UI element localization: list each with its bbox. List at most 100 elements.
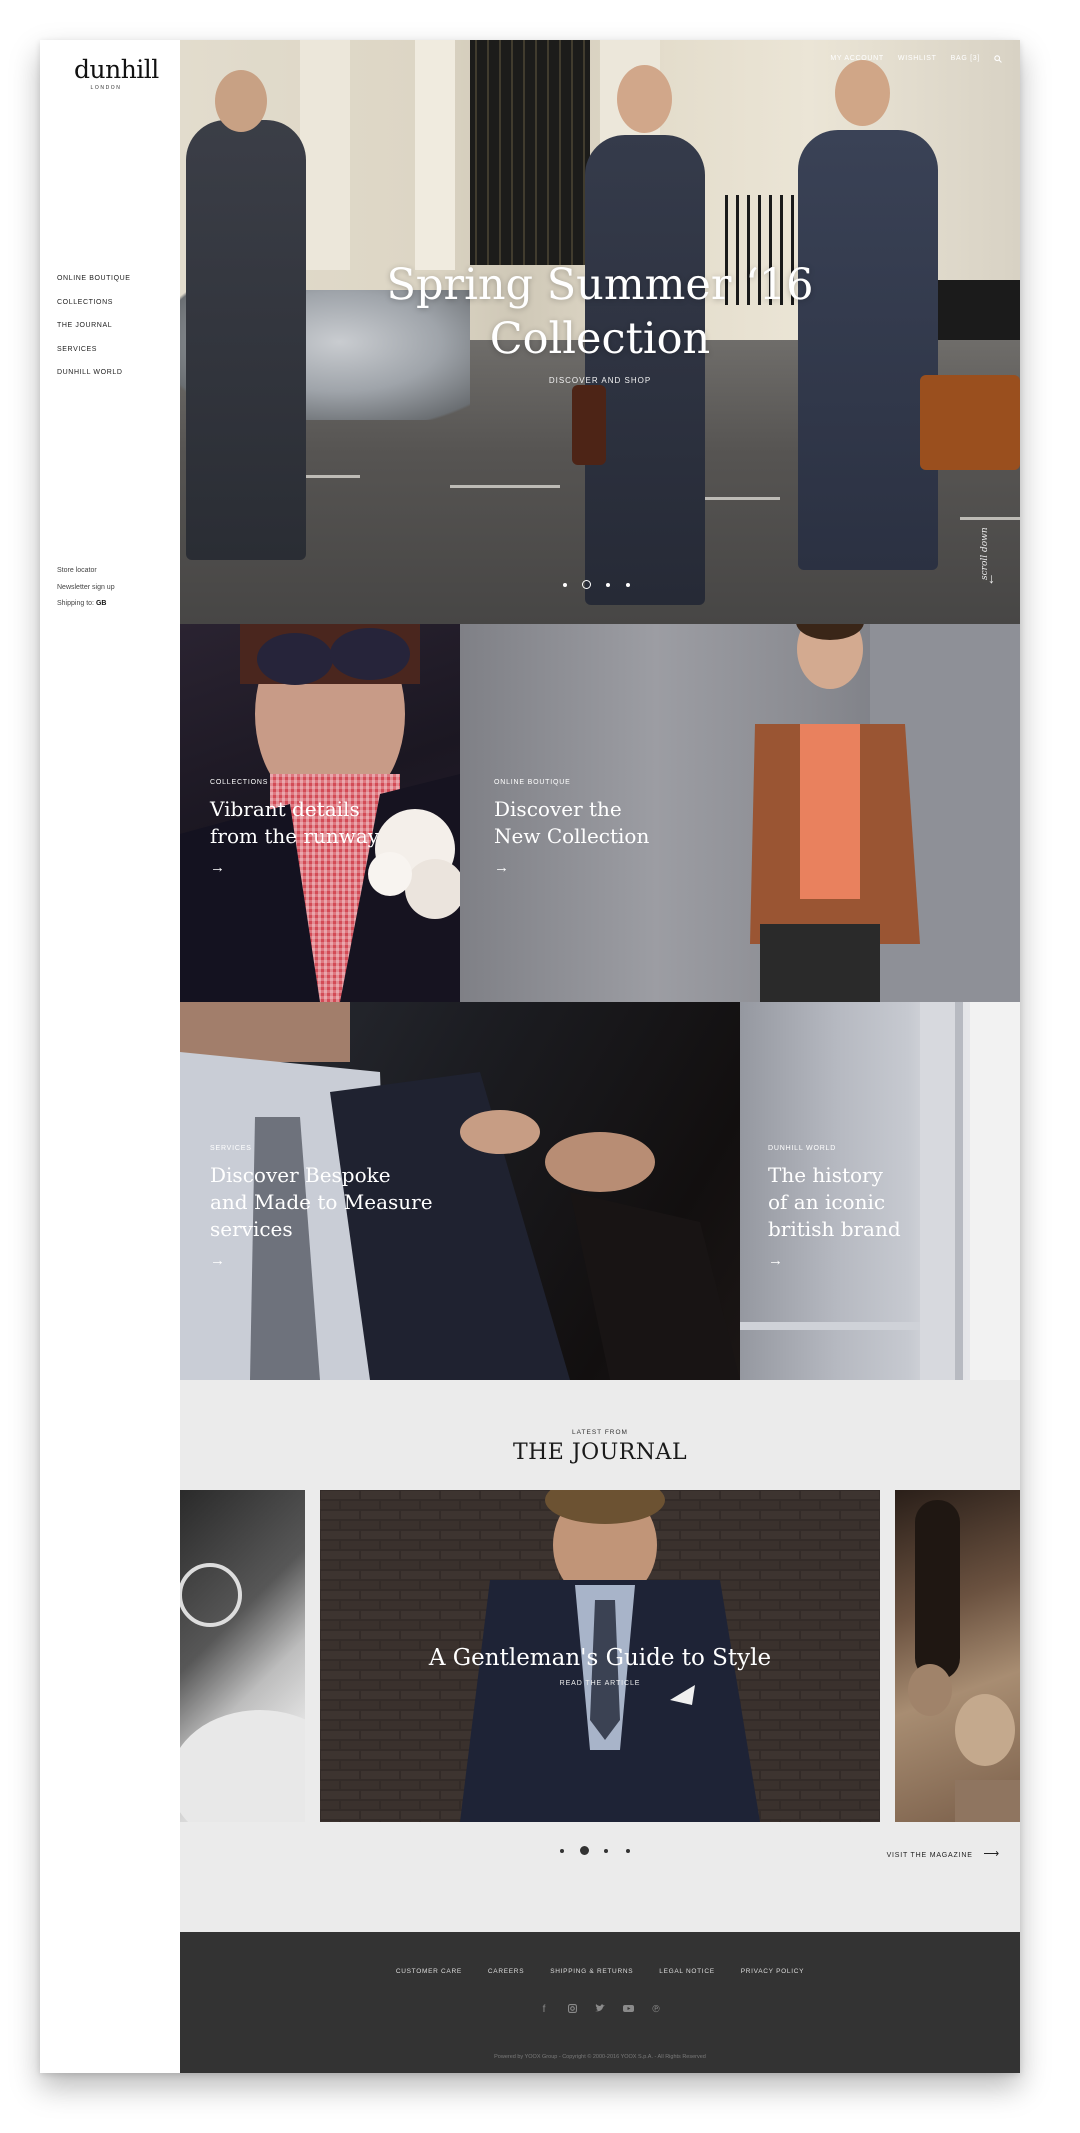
road-marking <box>450 485 560 488</box>
hero-model-center <box>585 135 705 605</box>
sidebar-nav: ONLINE BOUTIQUE COLLECTIONS THE JOURNAL … <box>57 274 131 392</box>
logo-wordmark: dunhill <box>74 55 159 84</box>
tile-headline-line: Discover Bespoke <box>210 1163 391 1187</box>
tile-headline-line: services <box>210 1217 293 1241</box>
journal-slide-next-image <box>908 1500 1020 1822</box>
carousel-dot-3[interactable] <box>606 583 610 587</box>
tile-kicker: SERVICES <box>210 1145 252 1152</box>
shipping-label: Shipping to: <box>57 600 94 607</box>
building-column <box>300 40 350 270</box>
hero-model-right-head <box>835 60 890 126</box>
site-footer: CUSTOMER CARE CAREERS SHIPPING & RETURNS… <box>180 1932 1020 2073</box>
carousel-dot-3[interactable] <box>604 1849 608 1853</box>
hero-model-left-head <box>215 70 267 132</box>
road-marking <box>300 475 360 478</box>
twitter-icon[interactable] <box>594 2004 606 2016</box>
hero-model-center-head <box>617 65 672 133</box>
tile-headline-line: Vibrant details <box>210 797 360 821</box>
copyright-text: Powered by YOOX Group - Copyright © 2000… <box>494 2054 706 2060</box>
logo-subtitle: LONDON <box>90 85 122 91</box>
journal-kicker: LATEST FROM <box>572 1429 628 1436</box>
shipping-country: GB <box>95 600 107 607</box>
tile-arrow-icon[interactable]: → <box>210 1252 225 1269</box>
footer-link-privacy-policy[interactable]: PRIVACY POLICY <box>741 1968 804 1975</box>
footer-link-shipping-returns[interactable]: SHIPPING & RETURNS <box>550 1968 633 1975</box>
tile-headline-line: The history <box>768 1163 883 1187</box>
carousel-dot-2-active[interactable] <box>580 1846 589 1855</box>
tile-headline: Vibrant details from the runway <box>210 796 379 850</box>
read-article-link[interactable]: READ THE ARTICLE <box>320 1680 880 1687</box>
tile-headline: Discover the New Collection <box>494 796 649 850</box>
tile-headline-line: and Made to Measure <box>210 1190 433 1214</box>
dunhill-logo[interactable]: dunhill LONDON <box>74 55 159 91</box>
scroll-down-arrow-icon[interactable]: ↓ <box>988 570 995 586</box>
road-marking <box>960 517 1020 520</box>
tile-arrow-icon[interactable]: → <box>768 1252 783 1269</box>
newsletter-link[interactable]: Newsletter sign up <box>57 583 115 600</box>
tile-kicker: COLLECTIONS <box>210 779 269 786</box>
pinterest-icon[interactable]: ℗ <box>650 2004 662 2016</box>
instagram-icon[interactable] <box>566 2004 578 2016</box>
journal-section: LATEST FROM THE JOURNAL A Gentleman's Gu… <box>180 1380 1020 1932</box>
tile-headline-line: of an iconic <box>768 1190 886 1214</box>
tile-headline: Discover Bespoke and Made to Measure ser… <box>210 1162 433 1243</box>
carousel-dot-1[interactable] <box>560 1849 564 1853</box>
tile-dunhill-world[interactable]: DUNHILL WORLD The history of an iconic b… <box>740 1002 1020 1380</box>
carousel-dot-4[interactable] <box>626 1849 630 1853</box>
carousel-dot-2-active[interactable] <box>582 580 591 589</box>
sidebar-item-online-boutique[interactable]: ONLINE BOUTIQUE <box>57 274 131 298</box>
sidebar: dunhill LONDON ONLINE BOUTIQUE COLLECTIO… <box>40 40 180 2073</box>
journal-title: THE JOURNAL <box>512 1440 688 1465</box>
tile-headline-line: New Collection <box>494 824 650 848</box>
tile-headline: The history of an iconic british brand <box>768 1162 901 1243</box>
bag-link[interactable]: BAG [3] <box>951 55 980 65</box>
tile-headline-line: Discover the <box>494 797 622 821</box>
tile-online-boutique[interactable]: ONLINE BOUTIQUE Discover the New Collect… <box>460 624 1020 1002</box>
visit-magazine-label: VISIT THE MAGAZINE <box>886 1852 973 1859</box>
hero-leather-bag <box>920 375 1020 470</box>
sidebar-item-dunhill-world[interactable]: DUNHILL WORLD <box>57 368 131 392</box>
youtube-icon[interactable] <box>622 2004 634 2016</box>
journal-slide-next[interactable] <box>895 1490 1020 1822</box>
my-account-link[interactable]: MY ACCOUNT <box>830 55 884 65</box>
hero-gate-bars <box>475 40 585 265</box>
store-locator-link[interactable]: Store locator <box>57 566 115 583</box>
tile-kicker: ONLINE BOUTIQUE <box>494 779 571 786</box>
social-links: f ℗ <box>180 2004 1020 2016</box>
tile-services[interactable]: SERVICES Discover Bespoke and Made to Me… <box>180 1002 740 1380</box>
carousel-dot-1[interactable] <box>563 583 567 587</box>
journal-slide-previous[interactable] <box>180 1490 305 1822</box>
facebook-icon[interactable]: f <box>538 2004 550 2016</box>
tile-arrow-icon[interactable]: → <box>494 859 509 876</box>
footer-link-customer-care[interactable]: CUSTOMER CARE <box>396 1968 462 1975</box>
hero-briefcase <box>572 385 606 465</box>
hero-cta[interactable]: DISCOVER AND SHOP <box>450 376 750 385</box>
journal-slide-title: A Gentleman's Guide to Style <box>428 1645 772 1671</box>
top-nav: MY ACCOUNT WISHLIST BAG [3] <box>830 55 1002 65</box>
shipping-selector[interactable]: Shipping to: GB <box>57 599 115 616</box>
visit-magazine-link[interactable]: VISIT THE MAGAZINE ⟶ <box>887 1847 1000 1860</box>
footer-link-careers[interactable]: CAREERS <box>488 1968 524 1975</box>
sidebar-item-the-journal[interactable]: THE JOURNAL <box>57 321 131 345</box>
search-icon[interactable] <box>994 55 1002 65</box>
footer-links: CUSTOMER CARE CAREERS SHIPPING & RETURNS… <box>180 1968 1020 1975</box>
hero-title: Spring Summer ‘16 Collection <box>180 258 1020 366</box>
hero-carousel-dots <box>563 580 643 592</box>
footer-link-legal-notice[interactable]: LEGAL NOTICE <box>659 1968 714 1975</box>
building-column <box>415 40 455 270</box>
sidebar-utility: Store locator Newsletter sign up Shippin… <box>57 566 115 616</box>
tile-headline-line: from the runway <box>210 824 380 848</box>
carousel-dot-4[interactable] <box>626 583 630 587</box>
tile-headline-line: british brand <box>768 1217 901 1241</box>
sidebar-item-services[interactable]: SERVICES <box>57 345 131 369</box>
hero-title-line1: Spring Summer ‘16 <box>386 260 814 310</box>
tile-arrow-icon[interactable]: → <box>210 859 225 876</box>
journal-carousel-dots <box>560 1846 640 1858</box>
tile-kicker: DUNHILL WORLD <box>768 1145 837 1152</box>
tile-collections[interactable]: COLLECTIONS Vibrant details from the run… <box>180 624 460 1002</box>
wishlist-link[interactable]: WISHLIST <box>898 55 937 65</box>
journal-slide-active[interactable]: A Gentleman's Guide to Style READ THE AR… <box>320 1490 880 1822</box>
journal-slide-previous-image <box>180 1563 305 1822</box>
sidebar-item-collections[interactable]: COLLECTIONS <box>57 298 131 322</box>
hero-banner[interactable]: MY ACCOUNT WISHLIST BAG [3] Spring Summe… <box>180 40 1020 624</box>
